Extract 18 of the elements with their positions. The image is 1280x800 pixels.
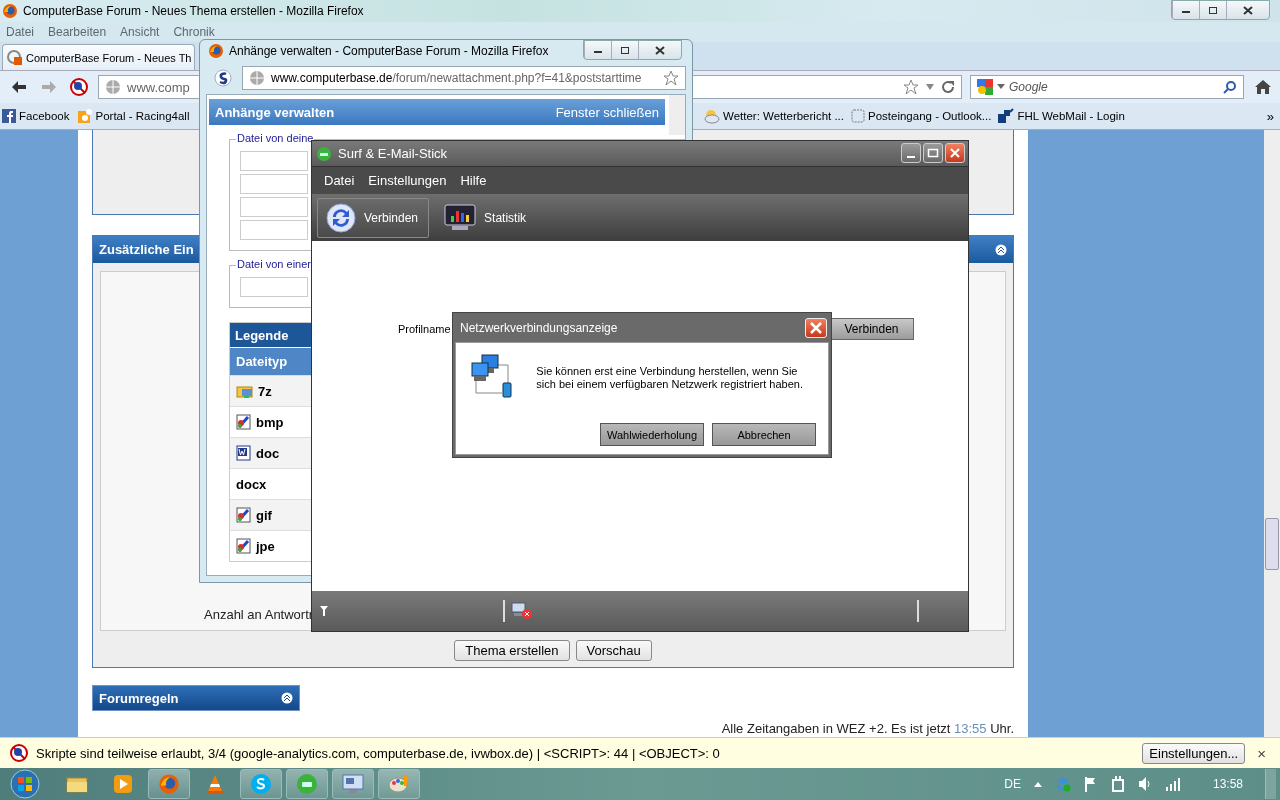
footer-text: Alle Zeitangaben in WEZ +2. Es ist jetzt 13:55 Uhr. [721,721,1014,736]
file-type: docx [236,476,267,492]
page-heading: Anhänge verwalten [215,104,335,120]
file-type: 7z [258,383,272,399]
file-type: doc [256,445,280,461]
file-type: gif [256,507,272,523]
section-title: Forumregeln [99,690,179,706]
window-title: ComputerBase Forum - Neues Thema erstellen - Mozilla Firefox [23,4,364,18]
file-type: jpe [256,538,275,554]
panel-title: Zusätzliche Ein [99,242,194,257]
dialog-title: Netzwerkverbindungsanzeige [460,320,618,335]
window-title: Surf & E-Mail-Stick [338,146,448,161]
fieldset-legend: Datei von deine [236,132,315,144]
file-type: bmp [256,414,284,430]
fieldset-legend: Datei von einer [236,258,312,270]
notification-text: Skripte sind teilweise erlaubt, 3/4 (google-analytics.com, computerbase.de, ivwbox.de) | <SCRIPT>: 44 | <OBJECT>: 0 [36,745,720,761]
field-label: Profilname [398,323,451,335]
window-title: Anhänge verwalten - ComputerBase Forum - Mozilla Firefox [229,44,549,58]
